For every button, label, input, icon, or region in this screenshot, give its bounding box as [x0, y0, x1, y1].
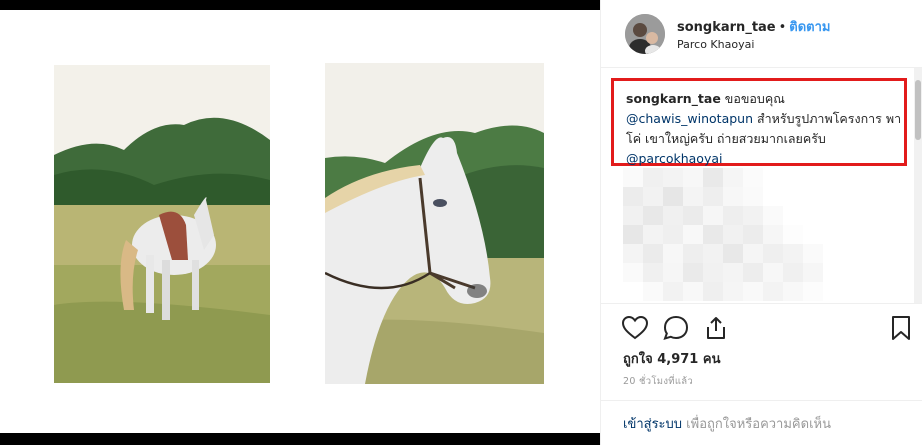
horse-photo-right [325, 63, 544, 384]
mention-parcokhaoyai[interactable]: @parcokhaoyai [626, 151, 722, 166]
comments-scrollbar[interactable] [914, 68, 922, 303]
post-panel: songkarn_tae • ติดตาม Parco Khaoyai songka… [600, 0, 922, 445]
login-prompt-text: เพื่อถูกใจหรือความคิดเห็น [682, 417, 831, 432]
post-timestamp[interactable]: 20 ชั่วโมงที่แล้ว [623, 374, 693, 389]
separator-dot: • [778, 20, 787, 35]
caption-text: songkarn_tae ขอขอบคุณ @chawis_winotapun … [626, 89, 906, 169]
comment-icon[interactable] [662, 314, 690, 342]
caption-text-1: ขอขอบคุณ [720, 91, 785, 106]
heart-icon[interactable] [621, 314, 649, 342]
photo-bottom-border [0, 433, 600, 445]
horse-photo-left [54, 65, 270, 383]
blurred-comments [623, 168, 823, 301]
likes-count[interactable]: ถูกใจ 4,971 คน [623, 348, 720, 369]
follow-button[interactable]: ติดตาม [789, 20, 830, 35]
bookmark-icon[interactable] [887, 314, 915, 342]
caption-username[interactable]: songkarn_tae [626, 91, 721, 106]
post-actions: ถูกใจ 4,971 คน 20 ชั่วโมงที่แล้ว เข้าสู่… [601, 303, 922, 445]
caption-highlight-box: songkarn_tae ขอขอบคุณ @chawis_winotapun … [611, 78, 907, 166]
post-header: songkarn_tae • ติดตาม Parco Khaoyai [601, 0, 922, 68]
username-link[interactable]: songkarn_tae [677, 20, 776, 35]
login-link[interactable]: เข้าสู่ระบบ [623, 417, 682, 432]
comment-bar: เข้าสู่ระบบ เพื่อถูกใจหรือความคิดเห็น [601, 400, 922, 445]
user-row: songkarn_tae • ติดตาม [677, 16, 831, 37]
share-icon[interactable] [702, 314, 730, 342]
scrollbar-thumb[interactable] [915, 80, 921, 140]
login-prompt: เข้าสู่ระบบ เพื่อถูกใจหรือความคิดเห็น [623, 413, 831, 434]
post-photo[interactable] [0, 10, 600, 433]
mention-chawis[interactable]: @chawis_winotapun [626, 111, 753, 126]
location-link[interactable]: Parco Khaoyai [677, 38, 754, 51]
avatar[interactable] [625, 14, 665, 54]
